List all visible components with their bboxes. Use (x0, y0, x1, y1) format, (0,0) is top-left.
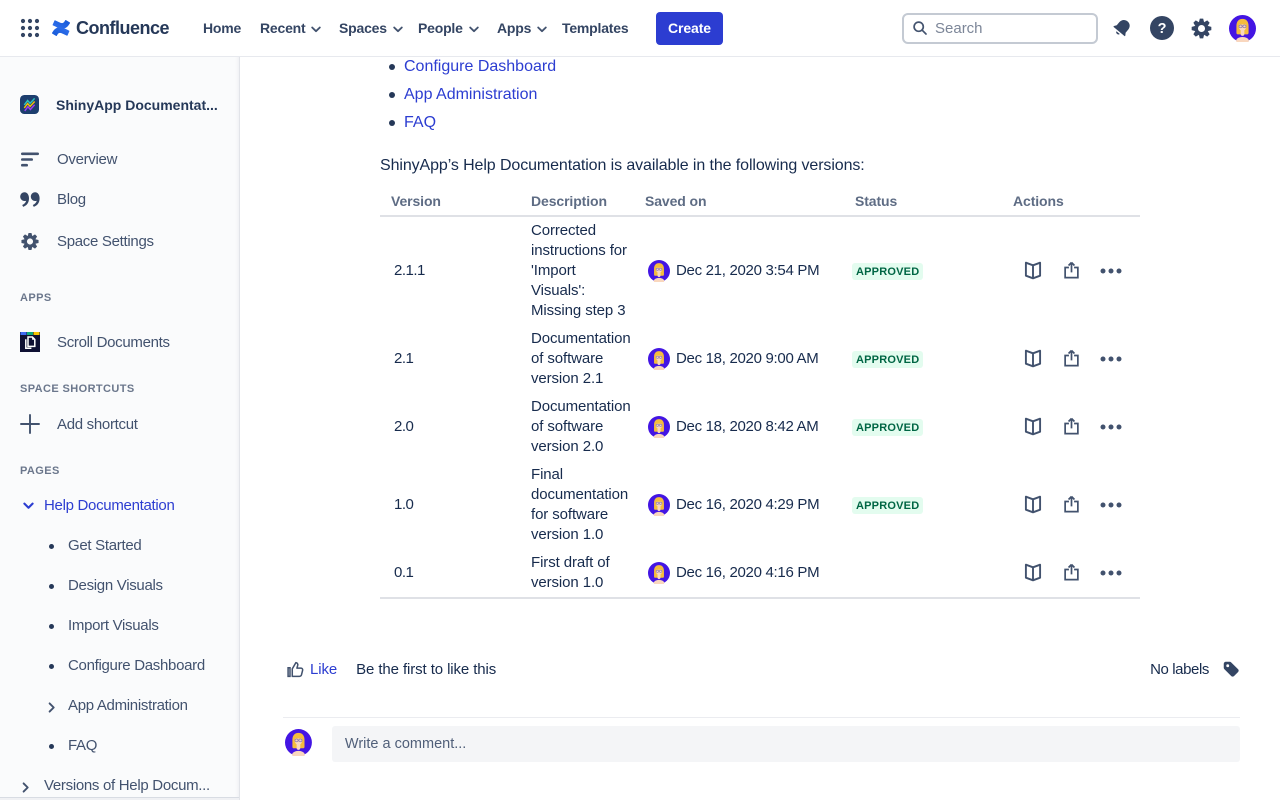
svg-text:?: ? (1158, 21, 1167, 37)
